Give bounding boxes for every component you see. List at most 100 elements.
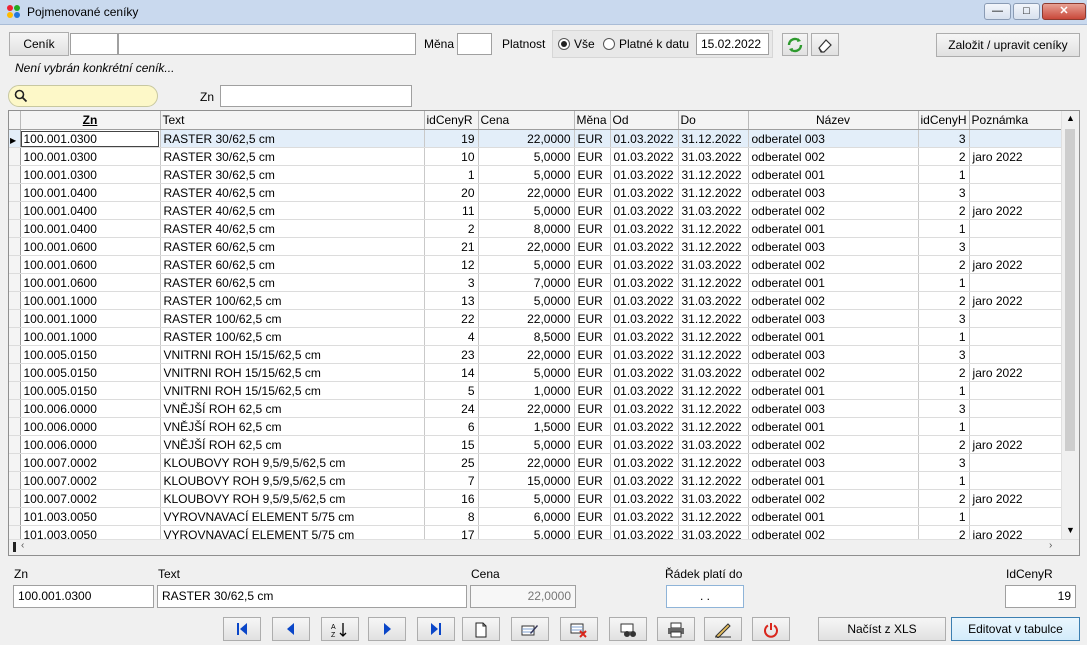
cell-cena[interactable]: 8,5000 (478, 327, 575, 346)
cell-od[interactable]: 01.03.2022 (610, 507, 679, 526)
cell-zn[interactable]: 100.006.0000 (20, 399, 161, 418)
row-indicator[interactable] (9, 309, 21, 328)
row-indicator[interactable] (9, 507, 21, 526)
cell-poznamka[interactable]: jaro 2022 (969, 363, 1064, 382)
cell-poznamka[interactable] (969, 327, 1064, 346)
mena-field[interactable] (457, 33, 492, 55)
cell-zn[interactable]: 100.001.0600 (20, 237, 161, 256)
table-row[interactable]: 100.006.0000 VNĚJŠÍ ROH 62,5 cm 24 22,0000 E… (9, 399, 1064, 418)
cell-cena[interactable]: 5,0000 (478, 489, 575, 508)
cell-zn[interactable]: 100.006.0000 (20, 435, 161, 454)
cell-cena[interactable]: 22,0000 (478, 345, 575, 364)
column-header-od[interactable]: Od (610, 111, 679, 130)
cell-do[interactable]: 31.12.2022 (678, 399, 749, 418)
table-row[interactable]: 100.006.0000 VNĚJŠÍ ROH 62,5 cm 6 1,5000 EUR… (9, 417, 1064, 436)
cell-idcenyr[interactable]: 25 (424, 453, 479, 472)
cell-mena[interactable]: EUR (574, 435, 611, 454)
cell-od[interactable]: 01.03.2022 (610, 399, 679, 418)
cell-text[interactable]: RASTER 100/62,5 cm (160, 291, 425, 310)
cell-do[interactable]: 31.12.2022 (678, 219, 749, 238)
cell-od[interactable]: 01.03.2022 (610, 273, 679, 292)
scroll-up-icon[interactable]: ▲ (1066, 113, 1075, 123)
cell-idcenyr[interactable]: 2 (424, 219, 479, 238)
cell-cena[interactable]: 5,0000 (478, 435, 575, 454)
cell-mena[interactable]: EUR (574, 363, 611, 382)
cell-cena[interactable]: 5,0000 (478, 363, 575, 382)
table-row[interactable]: 100.007.0002 KLOUBOVY ROH 9,5/9,5/62,5 cm… (9, 489, 1064, 508)
cell-do[interactable]: 31.12.2022 (678, 471, 749, 490)
cell-poznamka[interactable] (969, 399, 1064, 418)
scroll-right-icon[interactable]: › (1049, 540, 1052, 551)
row-indicator[interactable] (9, 237, 21, 256)
cell-nazev[interactable]: odberatel 001 (748, 327, 919, 346)
cell-nazev[interactable]: odberatel 001 (748, 165, 919, 184)
cell-text[interactable]: KLOUBOVY ROH 9,5/9,5/62,5 cm (160, 453, 425, 472)
cell-do[interactable]: 31.12.2022 (678, 165, 749, 184)
cell-idcenyh[interactable]: 2 (918, 291, 970, 310)
cell-mena[interactable]: EUR (574, 291, 611, 310)
cell-poznamka[interactable] (969, 273, 1064, 292)
vertical-scrollbar[interactable]: ▲ ▼ (1061, 111, 1079, 540)
cell-text[interactable]: VNITRNI ROH 15/15/62,5 cm (160, 381, 425, 400)
cell-zn[interactable]: 100.001.1000 (20, 291, 161, 310)
cell-zn[interactable]: 100.007.0002 (20, 453, 161, 472)
first-record-button[interactable] (223, 617, 261, 641)
cell-cena[interactable]: 1,5000 (478, 417, 575, 436)
hscroll-thumb[interactable] (13, 542, 16, 552)
cell-mena[interactable]: EUR (574, 201, 611, 220)
cell-mena[interactable]: EUR (574, 255, 611, 274)
cell-od[interactable]: 01.03.2022 (610, 255, 679, 274)
cell-idcenyr[interactable]: 14 (424, 363, 479, 382)
import-xls-button[interactable]: Načíst z XLS (818, 617, 946, 641)
cell-nazev[interactable]: odberatel 001 (748, 381, 919, 400)
cell-idcenyh[interactable]: 1 (918, 327, 970, 346)
row-indicator[interactable] (9, 417, 21, 436)
delete-record-button[interactable] (560, 617, 598, 641)
row-indicator[interactable] (9, 273, 21, 292)
print-button[interactable] (657, 617, 695, 641)
cell-idcenyh[interactable]: 2 (918, 255, 970, 274)
minimize-button[interactable]: — (984, 3, 1011, 20)
row-indicator[interactable] (9, 345, 21, 364)
table-row[interactable]: 100.007.0002 KLOUBOVY ROH 9,5/9,5/62,5 cm… (9, 453, 1064, 472)
cell-zn[interactable]: 100.001.1000 (20, 327, 161, 346)
cell-text[interactable]: RASTER 30/62,5 cm (160, 165, 425, 184)
radio-date-label[interactable]: Platné k datu (619, 37, 689, 51)
cell-idcenyr[interactable]: 15 (424, 435, 479, 454)
table-row[interactable]: 100.005.0150 VNITRNI ROH 15/15/62,5 cm 23 2… (9, 345, 1064, 364)
cell-od[interactable]: 01.03.2022 (610, 453, 679, 472)
cenik-name-field[interactable] (118, 33, 416, 55)
cell-idcenyr[interactable]: 12 (424, 255, 479, 274)
cell-cena[interactable]: 1,0000 (478, 381, 575, 400)
cell-nazev[interactable]: odberatel 003 (748, 309, 919, 328)
cell-idcenyr[interactable]: 23 (424, 345, 479, 364)
cell-do[interactable]: 31.03.2022 (678, 435, 749, 454)
cell-idcenyr[interactable]: 19 (424, 129, 479, 148)
cell-do[interactable]: 31.12.2022 (678, 507, 749, 526)
cell-mena[interactable]: EUR (574, 165, 611, 184)
cell-idcenyh[interactable]: 3 (918, 345, 970, 364)
cell-poznamka[interactable] (969, 165, 1064, 184)
cell-do[interactable]: 31.12.2022 (678, 327, 749, 346)
cell-zn[interactable]: 100.005.0150 (20, 345, 161, 364)
row-indicator[interactable] (9, 399, 21, 418)
cell-zn[interactable]: 100.001.1000 (20, 309, 161, 328)
cell-text[interactable]: RASTER 60/62,5 cm (160, 237, 425, 256)
cell-mena[interactable]: EUR (574, 237, 611, 256)
cell-mena[interactable]: EUR (574, 453, 611, 472)
radio-date[interactable] (603, 38, 615, 50)
cell-do[interactable]: 31.12.2022 (678, 453, 749, 472)
cell-idcenyh[interactable]: 1 (918, 507, 970, 526)
cell-do[interactable]: 31.12.2022 (678, 183, 749, 202)
cell-zn[interactable]: 100.005.0150 (20, 381, 161, 400)
cell-cena[interactable]: 7,0000 (478, 273, 575, 292)
table-row[interactable]: 100.006.0000 VNĚJŠÍ ROH 62,5 cm 15 5,0000 EU… (9, 435, 1064, 454)
table-row[interactable]: 101.003.0050 VYROVNAVACÍ ELEMENT 5/75 cm 8… (9, 507, 1064, 526)
cell-cena[interactable]: 5,0000 (478, 147, 575, 166)
cell-poznamka[interactable] (969, 417, 1064, 436)
cell-idcenyr[interactable]: 21 (424, 237, 479, 256)
cell-mena[interactable]: EUR (574, 327, 611, 346)
cell-poznamka[interactable] (969, 471, 1064, 490)
row-indicator[interactable] (9, 147, 21, 166)
cell-text[interactable]: RASTER 100/62,5 cm (160, 309, 425, 328)
